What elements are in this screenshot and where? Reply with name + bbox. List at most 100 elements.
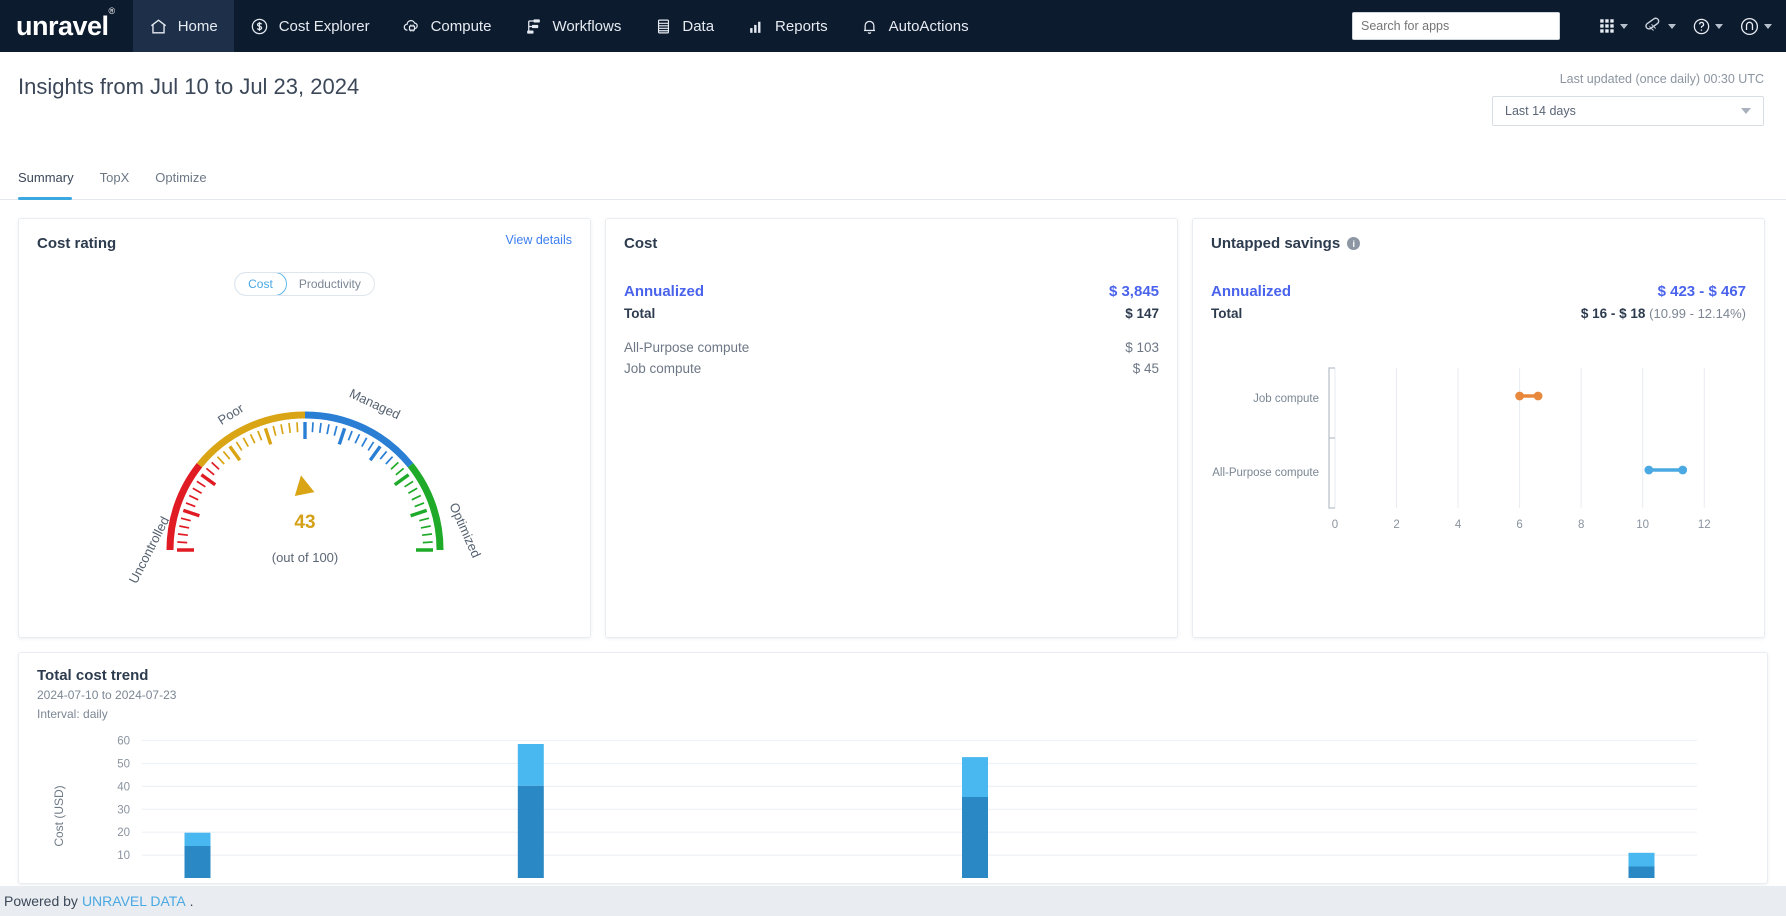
untapped-annualized-row[interactable]: Annualized $ 423 - $ 467 bbox=[1211, 280, 1746, 303]
nav-item-autoactions[interactable]: AutoActions bbox=[844, 0, 985, 52]
chevron-down-icon bbox=[1764, 23, 1772, 29]
gauge-tick bbox=[410, 494, 421, 501]
nav-item-data[interactable]: Data bbox=[637, 0, 730, 52]
workflow-icon bbox=[523, 16, 543, 36]
chevron-down-icon bbox=[1741, 108, 1751, 114]
nav-label: Compute bbox=[430, 17, 492, 35]
trend-interval: Interval: daily bbox=[37, 707, 108, 722]
dotplot-point[interactable] bbox=[1644, 465, 1654, 475]
dotplot-point[interactable] bbox=[1678, 465, 1688, 475]
brand-logo[interactable]: unravel ® bbox=[0, 0, 133, 52]
gauge-tick bbox=[235, 441, 243, 451]
nav-item-workflows[interactable]: Workflows bbox=[507, 0, 637, 52]
gauge-tick bbox=[393, 473, 410, 487]
date-range-value: Last 14 days bbox=[1505, 104, 1576, 118]
apps-grid-icon bbox=[1598, 17, 1616, 35]
gauge-tick bbox=[227, 445, 241, 462]
trend-bar-segment[interactable] bbox=[1628, 853, 1655, 867]
chevron-down-icon bbox=[1668, 23, 1676, 29]
trend-bar-segment[interactable] bbox=[517, 744, 544, 787]
nav-item-cost-explorer[interactable]: Cost Explorer bbox=[234, 0, 386, 52]
rating-mode-toggle: Cost Productivity bbox=[234, 272, 375, 296]
dotplot-x-tick: 2 bbox=[1393, 519, 1399, 531]
gauge-tick bbox=[210, 461, 220, 470]
cost-rating-title: Cost rating bbox=[37, 235, 117, 252]
tab-optimize[interactable]: Optimize bbox=[155, 170, 218, 199]
trend-y-axis-label: Cost (USD) bbox=[52, 786, 66, 847]
nav-item-compute[interactable]: Compute bbox=[386, 0, 508, 52]
trend-bar-segment[interactable] bbox=[517, 786, 544, 879]
trend-y-tick: 40 bbox=[117, 782, 130, 794]
brand-text: unravel bbox=[16, 11, 109, 41]
nav-label: Home bbox=[177, 17, 218, 35]
unravel-data-link[interactable]: UNRAVEL DATA bbox=[78, 893, 190, 909]
dotplot-gridlines bbox=[1334, 368, 1705, 508]
toggle-option-productivity[interactable]: Productivity bbox=[286, 273, 374, 295]
trend-title: Total cost trend bbox=[37, 667, 149, 684]
gauge-tick bbox=[195, 480, 206, 488]
nav-label: Data bbox=[682, 17, 715, 35]
gauge-tick bbox=[182, 508, 200, 518]
trend-bar-segment[interactable] bbox=[962, 757, 988, 798]
gauge-tick bbox=[311, 422, 314, 433]
gauge-tick bbox=[191, 487, 202, 494]
gauge-band-uncontrolled bbox=[165, 463, 202, 551]
gauge-tick bbox=[222, 450, 230, 460]
cost-annualized-value: $ 3,845 bbox=[1108, 283, 1159, 300]
gauge-tick bbox=[407, 487, 418, 494]
account-button[interactable] bbox=[1739, 16, 1772, 37]
help-button[interactable] bbox=[1692, 17, 1723, 36]
info-icon[interactable]: i bbox=[1347, 237, 1361, 250]
search-input[interactable] bbox=[1352, 12, 1560, 40]
tab-summary[interactable]: Summary bbox=[18, 170, 86, 200]
apps-grid-button[interactable] bbox=[1598, 17, 1628, 35]
card-title: Cost bbox=[624, 235, 1159, 252]
card-title: Untapped savings i bbox=[1211, 235, 1746, 252]
nav-item-reports[interactable]: Reports bbox=[730, 0, 844, 52]
gauge-tick bbox=[389, 461, 399, 470]
date-range-select[interactable]: Last 14 days bbox=[1492, 96, 1764, 126]
account-icon bbox=[1739, 16, 1760, 37]
untapped-title: Untapped savings bbox=[1211, 235, 1341, 252]
summary-cards-row: Cost rating View details Cost Productivi… bbox=[0, 200, 1786, 638]
gauge-tick bbox=[263, 427, 272, 445]
trend-bar-segment[interactable] bbox=[184, 846, 211, 879]
dotplot-x-tick: 0 bbox=[1332, 519, 1338, 531]
tab-label: Optimize bbox=[155, 170, 207, 185]
untapped-total-percent: (10.99 - 12.14%) bbox=[1649, 306, 1746, 321]
dotplot-x-tick: 10 bbox=[1636, 519, 1649, 531]
gauge-label-uncontrolled: Uncontrolled bbox=[125, 514, 172, 586]
gauge-tick bbox=[180, 517, 191, 522]
untapped-annualized-label: Annualized bbox=[1211, 283, 1292, 300]
dotplot-point[interactable] bbox=[1515, 391, 1525, 401]
untapped-summary-block: Annualized $ 423 - $ 467 Total $ 16 - $ … bbox=[1211, 280, 1746, 324]
tab-topx[interactable]: TopX bbox=[100, 170, 142, 199]
gauge-tick bbox=[332, 425, 338, 436]
integrations-button[interactable] bbox=[1644, 16, 1676, 36]
gauge-score: 43 bbox=[294, 512, 315, 533]
toggle-option-cost[interactable]: Cost bbox=[235, 273, 287, 295]
gauge-tick bbox=[366, 441, 374, 451]
trend-bar-segment[interactable] bbox=[962, 797, 988, 879]
cloud-compute-icon bbox=[402, 16, 422, 36]
footer-suffix: . bbox=[189, 893, 194, 909]
dotplot-point[interactable] bbox=[1533, 391, 1543, 401]
view-details-link[interactable]: View details bbox=[506, 233, 572, 247]
footer-bar: Powered by UNRAVEL DATA . bbox=[0, 886, 1786, 916]
untapped-total-value: $ 16 - $ 18 bbox=[1580, 306, 1646, 321]
gauge-tick bbox=[176, 541, 187, 544]
gauge-tick bbox=[256, 430, 262, 441]
untapped-total-label: Total bbox=[1211, 306, 1243, 321]
page-header: Insights from Jul 10 to Jul 23, 2024 Las… bbox=[0, 52, 1786, 170]
trend-bar-segment[interactable] bbox=[184, 833, 211, 847]
gauge-label-managed: Managed bbox=[347, 386, 402, 423]
cost-annualized-label: Annualized bbox=[624, 283, 705, 300]
cost-rating-gauge: 43 (out of 100) Uncontrolled Poor Manage… bbox=[37, 300, 572, 590]
gauge-tick bbox=[353, 433, 360, 444]
nav-item-home[interactable]: Home bbox=[132, 0, 234, 52]
cost-annualized-row[interactable]: Annualized $ 3,845 bbox=[624, 280, 1159, 303]
gauge-tick bbox=[188, 494, 199, 501]
navbar-right-actions bbox=[1352, 0, 1786, 52]
untapped-total-row: Total $ 16 - $ 18 (10.99 - 12.14%) bbox=[1211, 303, 1746, 324]
trend-bar-segment[interactable] bbox=[1628, 866, 1655, 879]
